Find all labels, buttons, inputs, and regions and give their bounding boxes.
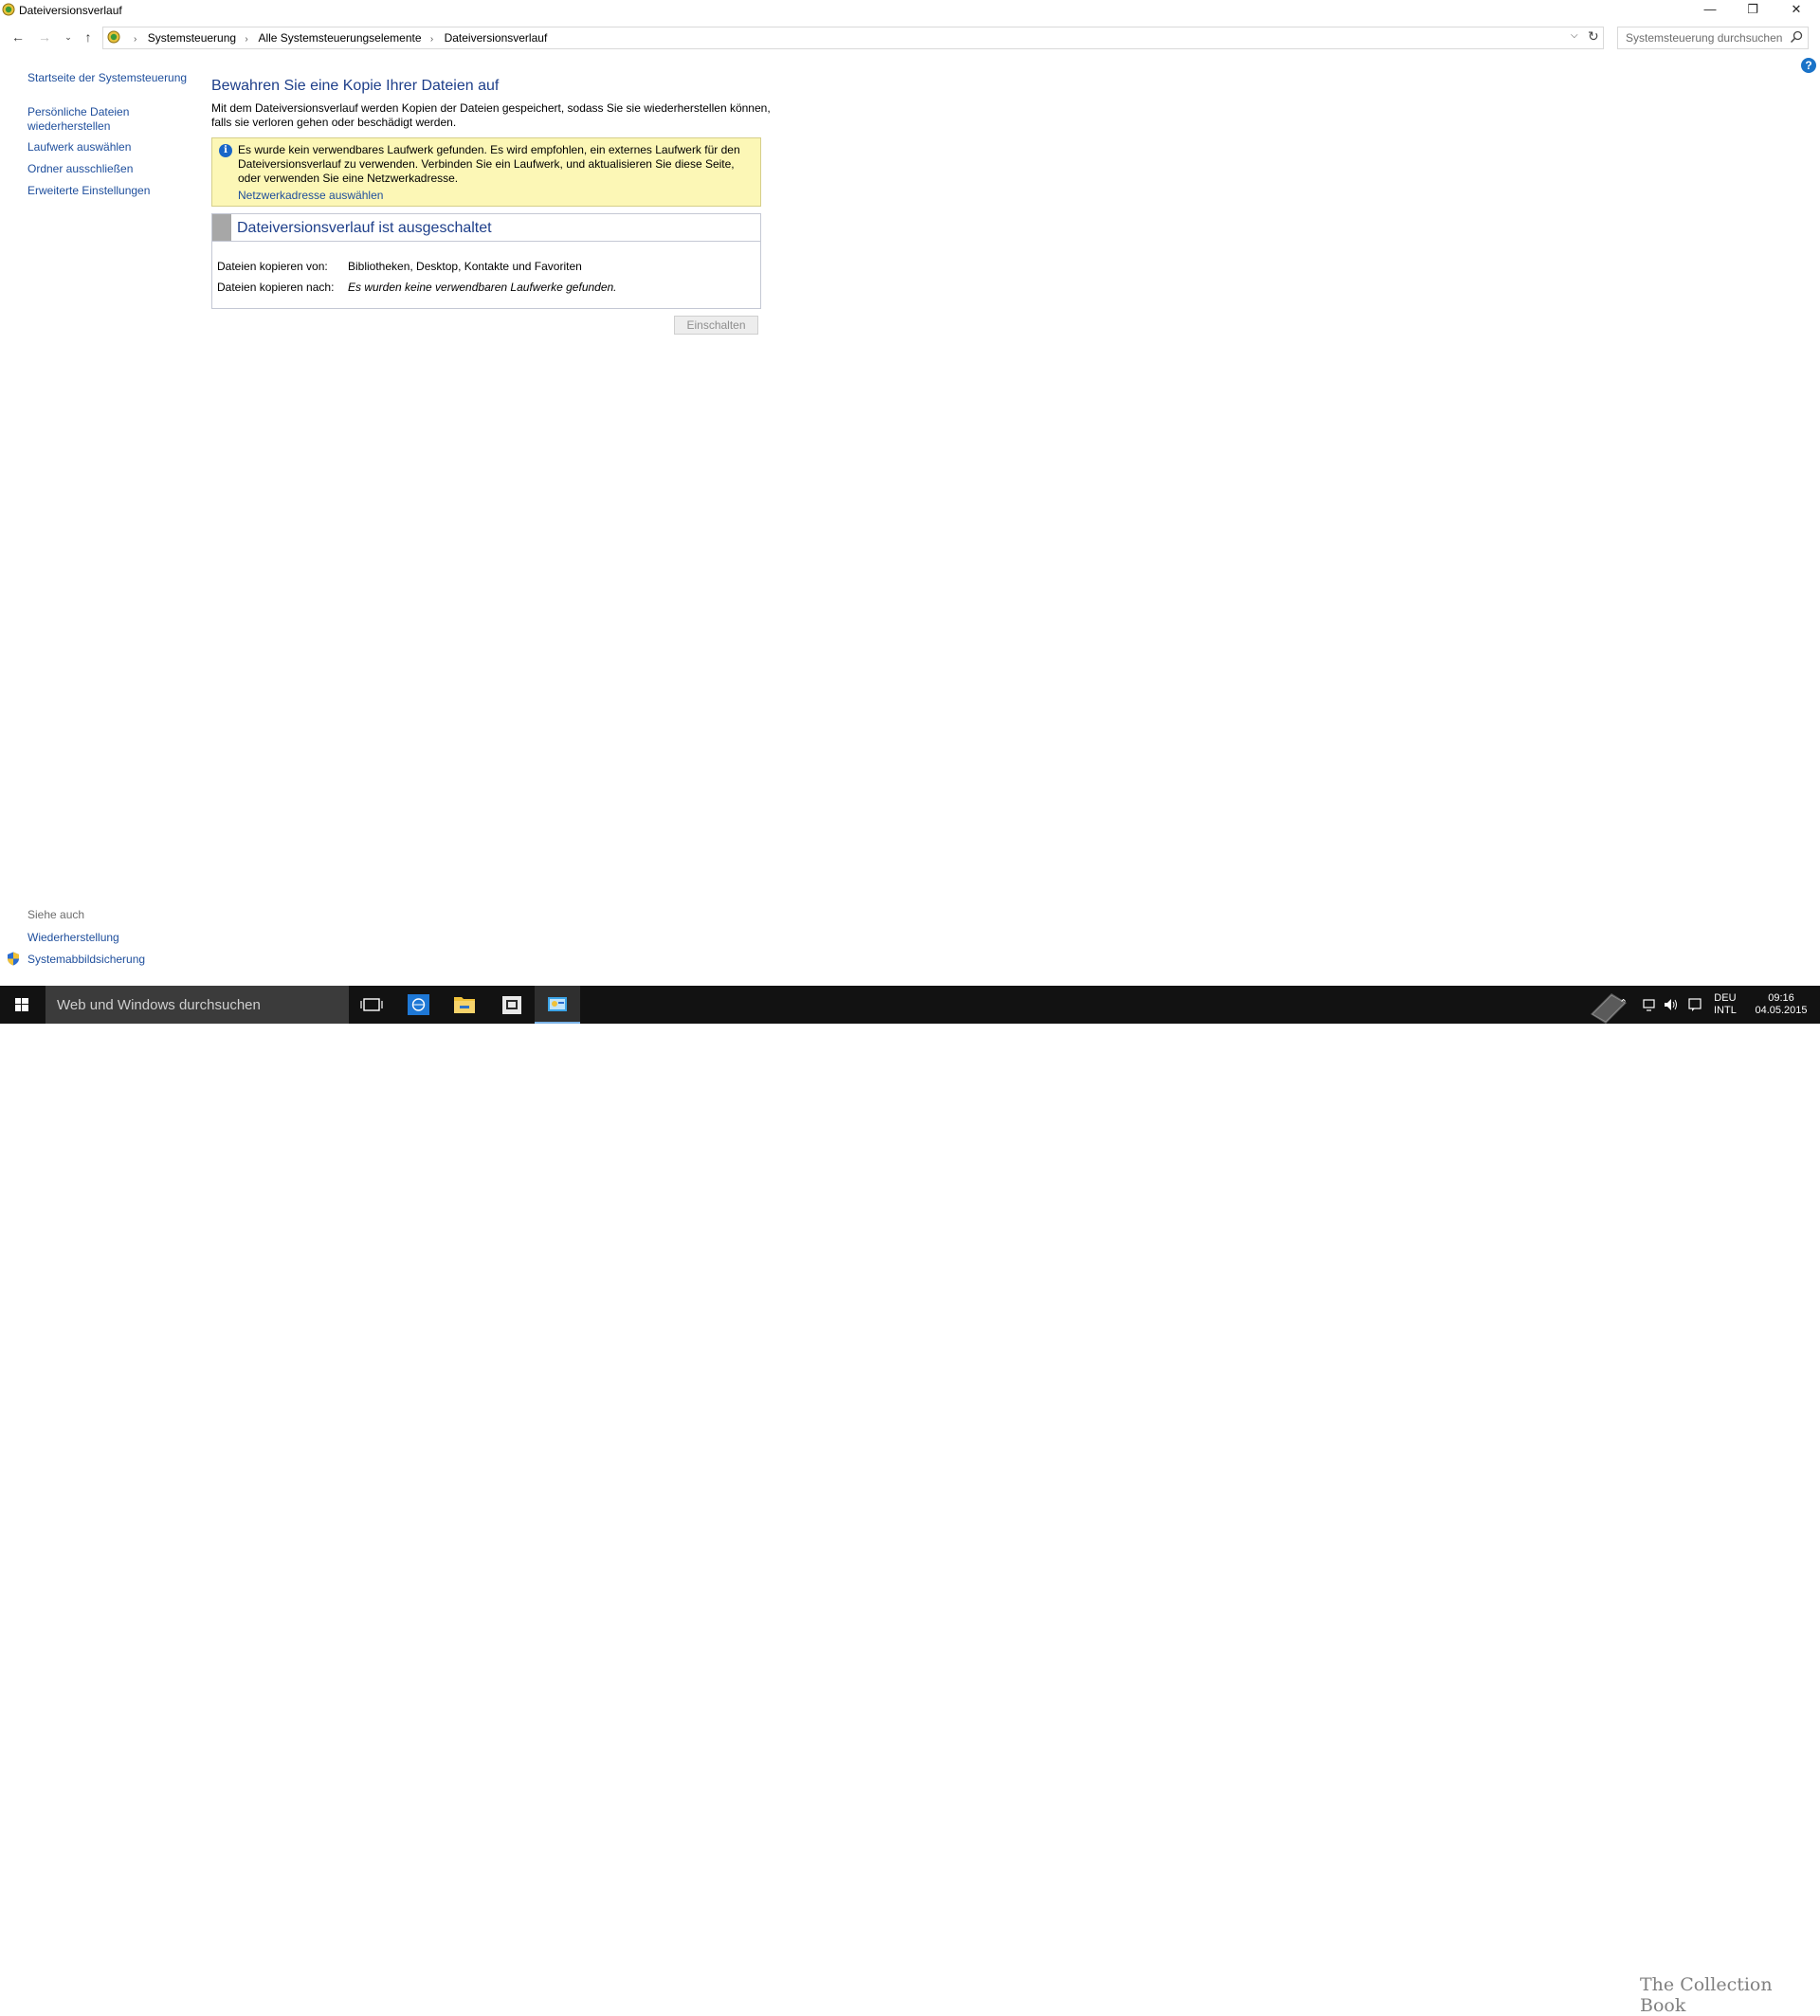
internet-explorer-icon[interactable] (396, 986, 442, 1024)
breadcrumb: › Systemsteuerung › Alle Systemsteuerung… (128, 31, 547, 45)
address-dropdown-chevron-icon[interactable]: ⌵ (1571, 30, 1578, 41)
file-history-icon (2, 3, 15, 16)
turn-on-button[interactable]: Einschalten (674, 316, 758, 335)
refresh-icon[interactable]: ↻ (1588, 28, 1599, 45)
see-also-system-image-backup-link[interactable]: Systemabbildsicherung (27, 953, 145, 967)
close-button[interactable]: ✕ (1774, 0, 1818, 21)
shield-icon (8, 952, 19, 966)
sidebar-item-restore-personal-files[interactable]: Persönliche Dateien wiederherstellen (27, 105, 141, 134)
maximize-button[interactable]: ❐ (1731, 0, 1774, 21)
recent-locations-chevron-icon[interactable]: ⌄ (60, 28, 77, 45)
taskbar-search-placeholder: Web und Windows durchsuchen (57, 997, 261, 1013)
status-title: Dateiversionsverlauf ist ausgeschaltet (237, 220, 492, 236)
input-language-indicator[interactable]: DEU INTL (1714, 992, 1737, 1017)
tray-expand-chevron-icon[interactable]: ⌃ (1619, 998, 1628, 1010)
breadcrumb-separator-icon: › (134, 34, 137, 45)
taskbar-search-box[interactable]: Web und Windows durchsuchen (46, 986, 349, 1024)
action-center-icon[interactable] (1687, 997, 1702, 1012)
no-drive-warning: i Es wurde kein verwendbares Laufwerk ge… (211, 137, 761, 207)
copy-to-value: Es wurden keine verwendbaren Laufwerke g… (348, 281, 617, 294)
clock[interactable]: 09:16 04.05.2015 (1752, 992, 1811, 1017)
sidebar-item-exclude-folders[interactable]: Ordner ausschließen (27, 162, 133, 176)
network-icon[interactable] (1642, 997, 1657, 1012)
back-arrow-icon[interactable]: ← (9, 28, 27, 45)
language-code: DEU (1714, 992, 1737, 1004)
navigation-bar: ← → ⌄ ↑ › Systemsteuerung › Alle Systems… (0, 25, 1820, 51)
breadcrumb-separator-icon[interactable]: › (430, 34, 433, 45)
search-input[interactable] (1624, 29, 1784, 46)
search-icon[interactable] (1789, 29, 1804, 45)
control-panel-icon (107, 30, 120, 44)
search-box[interactable] (1617, 27, 1809, 49)
keyboard-layout: INTL (1714, 1005, 1737, 1016)
see-also-heading: Siehe auch (27, 908, 85, 921)
title-bar: Dateiversionsverlauf — ❐ ✕ (0, 0, 1820, 21)
taskbar: Web und Windows durchsuchen The Collecti… (0, 986, 1820, 2016)
status-header: Dateiversionsverlauf ist ausgeschaltet (212, 214, 760, 242)
see-also-recovery-link[interactable]: Wiederherstellung (27, 931, 119, 945)
status-panel: Dateiversionsverlauf ist ausgeschaltet D… (211, 213, 761, 309)
sidebar-item-advanced-settings[interactable]: Erweiterte Einstellungen (27, 184, 150, 198)
control-panel-home-link[interactable]: Startseite der Systemsteuerung (27, 71, 187, 85)
breadcrumb-alle-elemente[interactable]: Alle Systemsteuerungselemente (258, 31, 421, 45)
copy-to-label: Dateien kopieren nach: (217, 281, 335, 294)
page-title: Bewahren Sie eine Kopie Ihrer Dateien au… (211, 78, 500, 94)
info-icon: i (219, 144, 232, 157)
up-arrow-icon[interactable]: ↑ (80, 28, 97, 45)
watermark-text: The Collection Book (1640, 1974, 1773, 2016)
select-network-location-link[interactable]: Netzwerkadresse auswählen (238, 189, 383, 202)
breadcrumb-separator-icon[interactable]: › (245, 34, 247, 45)
status-indicator (212, 214, 231, 241)
windows-start-icon[interactable] (0, 986, 44, 1024)
breadcrumb-dateiversionsverlauf[interactable]: Dateiversionsverlauf (445, 31, 548, 45)
copy-from-value: Bibliotheken, Desktop, Kontakte und Favo… (348, 260, 582, 273)
volume-icon[interactable] (1663, 997, 1680, 1012)
warning-message: Es wurde kein verwendbares Laufwerk gefu… (238, 143, 740, 185)
control-panel-taskbar-button[interactable] (535, 986, 580, 1024)
copy-from-label: Dateien kopieren von: (217, 260, 328, 273)
file-explorer-icon[interactable] (442, 986, 487, 1024)
minimize-button[interactable]: — (1688, 0, 1732, 21)
window-title: Dateiversionsverlauf (19, 4, 122, 17)
page-description: Mit dem Dateiversionsverlauf werden Kopi… (211, 101, 771, 129)
breadcrumb-systemsteuerung[interactable]: Systemsteuerung (148, 31, 236, 45)
clock-date: 04.05.2015 (1755, 1005, 1808, 1016)
task-view-icon[interactable] (349, 986, 394, 1024)
store-icon[interactable] (489, 986, 535, 1024)
address-bar[interactable]: › Systemsteuerung › Alle Systemsteuerung… (102, 27, 1604, 49)
control-panel-taskbar-icon (548, 997, 567, 1011)
help-icon[interactable]: ? (1801, 58, 1816, 73)
watermark-book-icon (1591, 993, 1627, 1024)
forward-arrow-icon[interactable]: → (36, 28, 53, 45)
sidebar-item-select-drive[interactable]: Laufwerk auswählen (27, 140, 131, 154)
clock-time: 09:16 (1768, 992, 1794, 1004)
